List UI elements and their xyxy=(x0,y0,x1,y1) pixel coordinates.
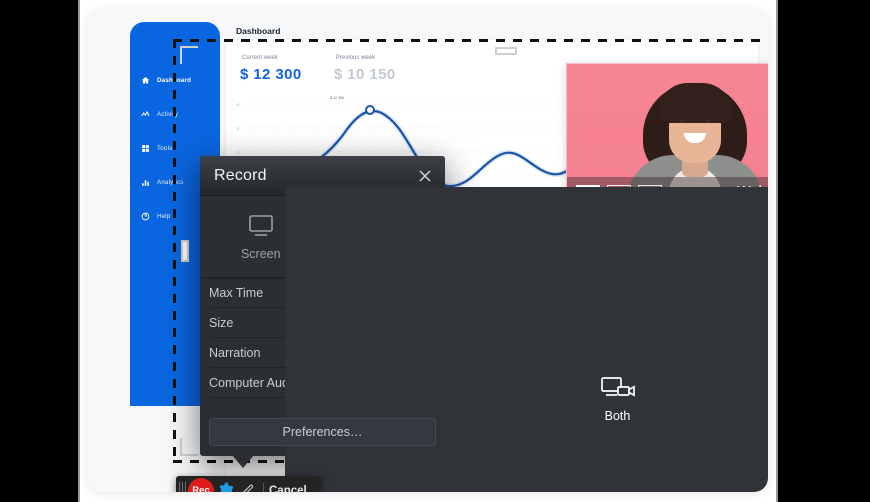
current-week-value: $ 12 300 xyxy=(240,66,302,83)
record-mode-selector: Screen Webcam Both xyxy=(200,187,768,492)
y-tick: 20 xyxy=(236,150,241,155)
help-icon xyxy=(141,212,150,221)
activity-icon xyxy=(141,110,150,117)
x-tick: Apr xyxy=(461,334,468,339)
page-title: Dashboard xyxy=(236,26,281,36)
narration-level-meter xyxy=(336,346,398,359)
x-tick: Sat xyxy=(546,200,553,205)
mode-screen[interactable]: Screen xyxy=(200,196,323,277)
webcam-preview[interactable]: Webcam xyxy=(566,63,768,208)
webcam-size-medium[interactable] xyxy=(607,184,631,200)
chevron-right-icon xyxy=(430,289,436,297)
y-tick: 60 xyxy=(236,102,241,107)
x-tick: Dec xyxy=(723,334,731,339)
panel-pointer-tail xyxy=(232,455,254,468)
x-tick: Nov xyxy=(691,334,699,339)
previous-week-value: $ 10 150 xyxy=(334,66,396,83)
setting-narration[interactable]: Narration xyxy=(209,338,436,368)
x-tick: Jul xyxy=(562,334,568,339)
cancel-button[interactable]: Cancel xyxy=(269,485,307,493)
move-handle-icon[interactable] xyxy=(488,227,524,263)
record-panel-titlebar: Record xyxy=(200,156,445,196)
screen-surface: Dashboard Dashboard Activity Tools Analy… xyxy=(88,8,768,492)
microphone-icon[interactable] xyxy=(406,345,421,360)
close-icon xyxy=(418,169,431,182)
settings-button[interactable] xyxy=(214,482,236,492)
sidebar-item-activity[interactable]: Activity xyxy=(130,106,220,123)
home-icon xyxy=(141,77,150,84)
draw-button[interactable] xyxy=(236,483,258,492)
webcam-source-dropdown[interactable]: Webcam xyxy=(737,184,768,200)
webcam-source-label: Webcam xyxy=(737,184,768,200)
setting-value: None xyxy=(389,286,419,300)
app-topbar: Dashboard xyxy=(220,8,768,40)
sidebar-item-label: Analytics xyxy=(157,179,184,186)
mode-webcam[interactable]: Webcam xyxy=(323,196,445,277)
gear-icon xyxy=(218,482,233,492)
speaker-icon[interactable] xyxy=(406,375,421,390)
webcam-size-large[interactable] xyxy=(576,184,600,200)
webcam-size-options xyxy=(576,184,662,200)
record-panel-title: Record xyxy=(214,166,267,184)
setting-label: Max Time xyxy=(209,286,264,300)
setting-max-time[interactable]: Max Time None xyxy=(209,278,436,308)
mode-label: Webcam xyxy=(358,246,408,261)
x-tick: May xyxy=(494,334,502,339)
x-tick: Aug xyxy=(593,334,601,339)
computer-audio-level-meter xyxy=(336,376,398,389)
mode-label: Screen xyxy=(240,246,281,261)
monitor-icon xyxy=(248,214,273,236)
close-button[interactable] xyxy=(414,165,435,186)
preferences-button[interactable]: Preferences… xyxy=(209,418,436,446)
x-tick: Jun xyxy=(527,334,534,339)
setting-label: Narration xyxy=(209,345,261,360)
record-panel: Record Screen Webcam Both Max Time None … xyxy=(200,156,768,492)
setting-computer-audio[interactable]: Computer Audio xyxy=(209,368,436,398)
move-arrows-icon xyxy=(495,234,517,256)
previous-week-label: Previous week xyxy=(336,55,376,61)
record-settings-list: Max Time None Size 720p Narration Comput… xyxy=(200,278,445,398)
sidebar-item-label: Help xyxy=(157,213,171,220)
sidebar-item-label: Activity xyxy=(157,111,179,118)
chevron-right-icon xyxy=(430,348,436,357)
drag-grip[interactable] xyxy=(179,482,186,492)
setting-size[interactable]: Size 720p xyxy=(209,308,436,338)
screenshot-root: Dashboard Dashboard Activity Tools Analy… xyxy=(0,0,870,502)
tools-icon xyxy=(142,145,149,152)
webcam-size-small[interactable] xyxy=(638,184,662,200)
sidebar-item-label: Tools xyxy=(157,145,173,152)
setting-label: Size xyxy=(209,315,234,330)
camera-icon xyxy=(371,217,396,233)
current-week-label: Current week xyxy=(242,55,278,61)
setting-label: Computer Audio xyxy=(209,375,299,390)
x-tick: Oct xyxy=(659,334,666,339)
device-frame: Dashboard Dashboard Activity Tools Analy… xyxy=(78,0,778,502)
record-button[interactable]: Rec xyxy=(188,477,214,492)
chevron-right-icon xyxy=(430,318,436,327)
webcam-toolbar: Webcam xyxy=(567,177,768,207)
sidebar-item-label: Dashboard xyxy=(157,77,192,84)
y-tick: 40 xyxy=(236,126,241,131)
sidebar-item-tools[interactable]: Tools xyxy=(130,140,220,157)
analytics-icon xyxy=(142,180,149,186)
x-tick: Sep xyxy=(625,334,633,339)
toolbar-divider xyxy=(263,483,264,492)
pencil-icon xyxy=(242,484,254,492)
setting-value: 720p xyxy=(391,315,419,330)
chevron-right-icon xyxy=(430,378,436,387)
x-tick: Fri xyxy=(471,200,476,205)
sidebar-item-dashboard[interactable]: Dashboard xyxy=(130,72,220,89)
recorder-toolbar: Rec Cancel xyxy=(176,476,321,492)
